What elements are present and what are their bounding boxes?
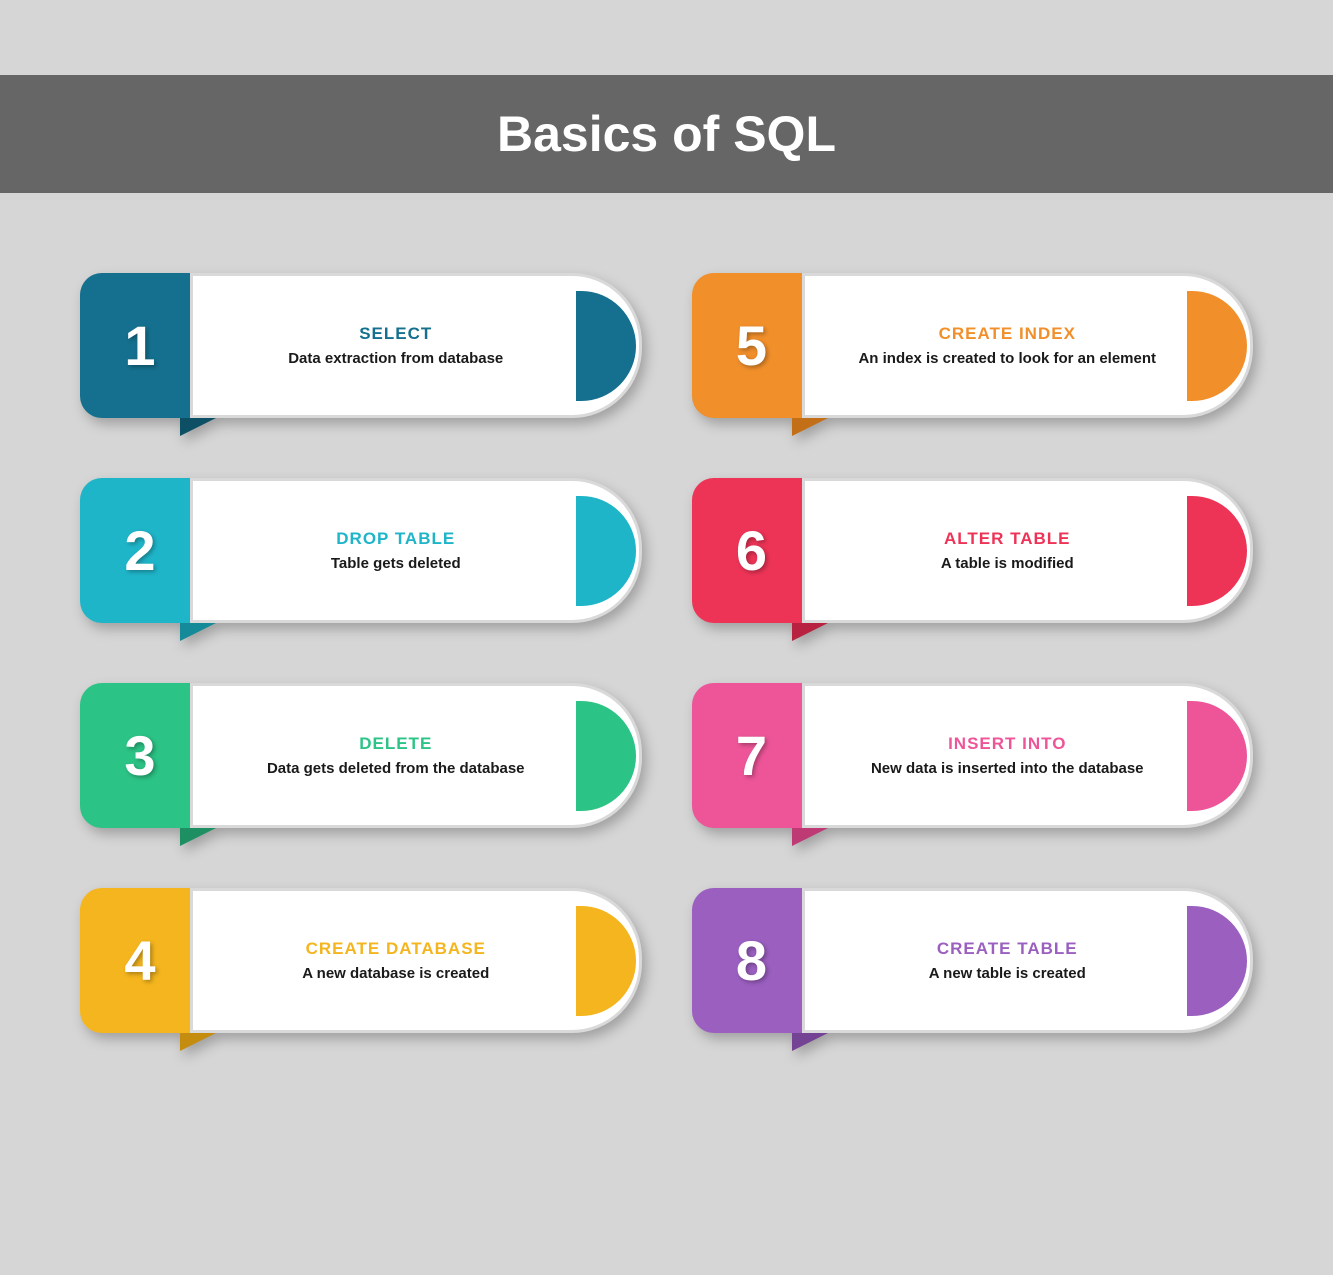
card-8: 8 CREATE TABLE A new table is created — [692, 888, 1254, 1033]
card-body: CREATE TABLE A new table is created — [802, 888, 1254, 1033]
card-number: 6 — [736, 518, 767, 583]
fold-decoration — [792, 621, 832, 641]
fold-decoration — [792, 416, 832, 436]
card-number: 2 — [124, 518, 155, 583]
card-number-block: 4 — [80, 888, 200, 1033]
end-cap-decoration — [1187, 906, 1247, 1016]
fold-decoration — [180, 1031, 220, 1051]
sql-description: New data is inserted into the database — [871, 760, 1144, 777]
sql-description: A new table is created — [929, 965, 1086, 982]
fold-decoration — [180, 416, 220, 436]
card-number: 1 — [124, 313, 155, 378]
card-number-block: 2 — [80, 478, 200, 623]
card-number-block: 8 — [692, 888, 812, 1033]
card-number-block: 1 — [80, 273, 200, 418]
sql-command: SELECT — [359, 324, 432, 344]
card-body: DELETE Data gets deleted from the databa… — [190, 683, 642, 828]
card-3: 3 DELETE Data gets deleted from the data… — [80, 683, 642, 828]
sql-description: An index is created to look for an eleme… — [858, 350, 1156, 367]
card-number-block: 6 — [692, 478, 812, 623]
card-body: INSERT INTO New data is inserted into th… — [802, 683, 1254, 828]
sql-command: CREATE DATABASE — [306, 939, 486, 959]
end-cap-decoration — [576, 496, 636, 606]
end-cap-decoration — [1187, 291, 1247, 401]
card-number: 3 — [124, 723, 155, 788]
end-cap-decoration — [1187, 496, 1247, 606]
card-number: 4 — [124, 928, 155, 993]
card-body: DROP TABLE Table gets deleted — [190, 478, 642, 623]
card-number-block: 3 — [80, 683, 200, 828]
card-6: 6 ALTER TABLE A table is modified — [692, 478, 1254, 623]
sql-description: Data extraction from database — [288, 350, 503, 367]
card-number: 7 — [736, 723, 767, 788]
end-cap-decoration — [576, 701, 636, 811]
sql-command: ALTER TABLE — [944, 529, 1071, 549]
end-cap-decoration — [576, 291, 636, 401]
end-cap-decoration — [576, 906, 636, 1016]
page-title: Basics of SQL — [0, 75, 1333, 193]
sql-command: INSERT INTO — [948, 734, 1066, 754]
card-body: CREATE DATABASE A new database is create… — [190, 888, 642, 1033]
card-grid: 1 SELECT Data extraction from database 2… — [0, 193, 1333, 1093]
card-number-block: 5 — [692, 273, 812, 418]
fold-decoration — [792, 1031, 832, 1051]
card-2: 2 DROP TABLE Table gets deleted — [80, 478, 642, 623]
sql-description: A new database is created — [302, 965, 489, 982]
sql-description: Data gets deleted from the database — [267, 760, 525, 777]
card-body: ALTER TABLE A table is modified — [802, 478, 1254, 623]
card-5: 5 CREATE INDEX An index is created to lo… — [692, 273, 1254, 418]
card-number: 8 — [736, 928, 767, 993]
card-4: 4 CREATE DATABASE A new database is crea… — [80, 888, 642, 1033]
card-1: 1 SELECT Data extraction from database — [80, 273, 642, 418]
fold-decoration — [792, 826, 832, 846]
sql-command: CREATE TABLE — [937, 939, 1078, 959]
sql-description: Table gets deleted — [331, 555, 461, 572]
sql-description: A table is modified — [941, 555, 1074, 572]
card-body: SELECT Data extraction from database — [190, 273, 642, 418]
sql-command: CREATE INDEX — [939, 324, 1076, 344]
sql-command: DROP TABLE — [336, 529, 455, 549]
card-body: CREATE INDEX An index is created to look… — [802, 273, 1254, 418]
sql-command: DELETE — [359, 734, 432, 754]
card-7: 7 INSERT INTO New data is inserted into … — [692, 683, 1254, 828]
end-cap-decoration — [1187, 701, 1247, 811]
card-number-block: 7 — [692, 683, 812, 828]
card-number: 5 — [736, 313, 767, 378]
fold-decoration — [180, 621, 220, 641]
fold-decoration — [180, 826, 220, 846]
